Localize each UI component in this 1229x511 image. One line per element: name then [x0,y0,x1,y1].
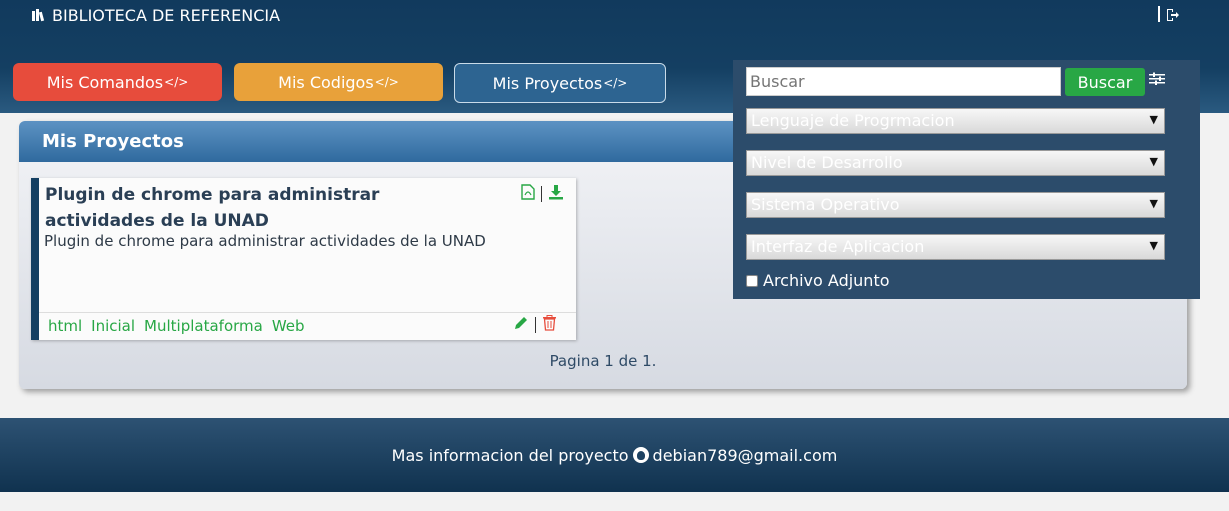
my-projects-button[interactable]: Mis Proyectos </> [454,63,666,103]
divider [541,186,542,202]
caret-down-icon: ▼ [1149,113,1158,126]
attachment-option: Archivo Adjunto [746,271,890,290]
card-edit-actions [513,315,557,335]
interface-select-value: Interfaz de Aplicacion [751,237,925,256]
os-select-value: Sistema Operativo [751,195,900,214]
trash-icon[interactable] [542,315,557,335]
brand-title: BIBLIOTECA DE REFERENCIA [52,5,281,25]
search-panel: Buscar Lenguaje de Progrmacion ▼ Nivel d… [733,60,1200,299]
footer-text: Mas informacion del proyecto [391,445,629,465]
search-button[interactable]: Buscar [1065,68,1145,96]
tag-inicial[interactable]: Inicial [91,317,135,335]
user-actions [1158,5,1180,23]
file-pdf-icon[interactable] [521,184,535,204]
project-title: Plugin de chrome para administrar activi… [45,185,380,231]
footer-email[interactable]: debian789@gmail.com [653,446,838,465]
project-description: Plugin de chrome para administrar activi… [44,232,486,250]
level-select[interactable]: Nivel de Desarrollo ▼ [746,150,1165,176]
os-select[interactable]: Sistema Operativo ▼ [746,192,1165,218]
brand[interactable]: BIBLIOTECA DE REFERENCIA [32,5,280,25]
download-icon[interactable] [548,184,564,204]
caret-down-icon: ▼ [1149,239,1158,252]
attachment-label: Archivo Adjunto [763,271,890,290]
my-projects-label: Mis Proyectos [492,73,603,93]
my-codes-label: Mis Codigos [278,72,374,92]
search-input[interactable] [746,67,1061,96]
project-card: Plugin de chrome para administrar activi… [31,178,576,340]
divider [535,317,536,333]
my-commands-label: Mis Comandos [46,72,164,92]
my-codes-button[interactable]: Mis Codigos </> [234,63,443,101]
code-icon: </> [603,76,628,90]
github-icon[interactable] [632,447,649,463]
edit-icon[interactable] [513,315,529,335]
page-footer: Mas informacion del proyecto debian789@g… [0,418,1229,492]
level-select-value: Nivel de Desarrollo [751,153,903,172]
library-icon [32,9,46,22]
language-select[interactable]: Lenguaje de Progrmacion ▼ [746,108,1165,134]
tag-html[interactable]: html [48,317,82,335]
divider [1158,6,1160,22]
pagination-text: Pagina 1 de 1. [549,352,657,370]
caret-down-icon: ▼ [1149,197,1158,210]
tag-list: html Inicial Multiplataforma Web [48,317,305,335]
tag-web[interactable]: Web [272,317,305,335]
language-select-value: Lenguaje de Progrmacion [751,111,955,130]
interface-select[interactable]: Interfaz de Aplicacion ▼ [746,234,1165,260]
attachment-checkbox[interactable] [746,274,758,287]
sliders-icon[interactable] [1149,71,1165,85]
my-commands-button[interactable]: Mis Comandos </> [13,63,222,101]
sign-out-icon[interactable] [1166,7,1180,21]
code-icon: </> [164,75,189,89]
tag-multiplataforma[interactable]: Multiplataforma [144,317,263,335]
caret-down-icon: ▼ [1149,155,1158,168]
code-icon: </> [374,75,399,89]
card-footer: html Inicial Multiplataforma Web [39,312,576,340]
card-actions [521,184,564,204]
